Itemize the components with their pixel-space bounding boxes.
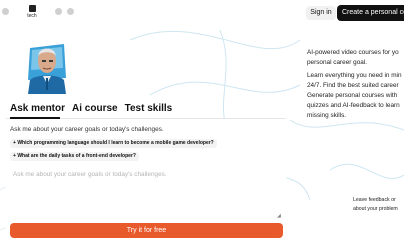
description-line: Generate personal courses with (307, 92, 398, 99)
active-tab-indicator (10, 117, 60, 119)
feedback-prompt[interactable]: Leave feedback or about your problem (353, 196, 398, 214)
tab-bar: Ask mentor Ai course Test skills (10, 100, 172, 116)
description-line: Learn everything you need in min (307, 72, 402, 79)
description-lines: Learn everything you need in min 24/7. F… (307, 71, 404, 121)
suggestion-text: Which programming language should I lear… (17, 140, 214, 146)
circle-icon[interactable] (67, 8, 74, 15)
description-line: 24/7. Find the best suited career (307, 82, 399, 89)
question-input[interactable] (10, 168, 283, 218)
create-course-button[interactable]: Create a personal cou (337, 5, 404, 21)
description-intro: AI-powered video courses for yo personal… (307, 49, 399, 66)
description-line: quizzes and AI-feedback to learn (307, 102, 400, 109)
sign-in-button[interactable]: Sign in (306, 6, 336, 20)
resize-handle-icon[interactable]: ◢ (277, 213, 281, 219)
circle-icon[interactable] (55, 8, 62, 15)
suggestion-text: What are the daily tasks of a front-end … (17, 153, 136, 159)
logo-text: tech (27, 13, 37, 19)
top-navigation: tech Sign in Create a personal cou (0, 0, 404, 26)
tab-ai-course[interactable]: Ai course (72, 100, 118, 116)
try-free-button[interactable]: Try it for free (10, 223, 283, 238)
tab-test-skills[interactable]: Test skills (125, 100, 173, 116)
ask-prompt: Ask me about your career goals or today'… (10, 126, 164, 133)
suggestion-chip[interactable]: + What are the daily tasks of a front-en… (10, 152, 139, 161)
circle-icon[interactable] (2, 8, 9, 15)
feedback-line: about your problem (353, 206, 398, 212)
mentor-avatar (26, 38, 68, 94)
description-line: missing skills. (307, 112, 347, 119)
product-description: AI-powered video courses for yo personal… (307, 48, 404, 121)
feedback-line: Leave feedback or (353, 197, 396, 203)
suggestion-chip[interactable]: + Which programming language should I le… (10, 139, 217, 148)
logo-mark-icon (28, 5, 36, 12)
logo[interactable]: tech (26, 5, 38, 19)
tab-ask-mentor[interactable]: Ask mentor (10, 100, 65, 116)
